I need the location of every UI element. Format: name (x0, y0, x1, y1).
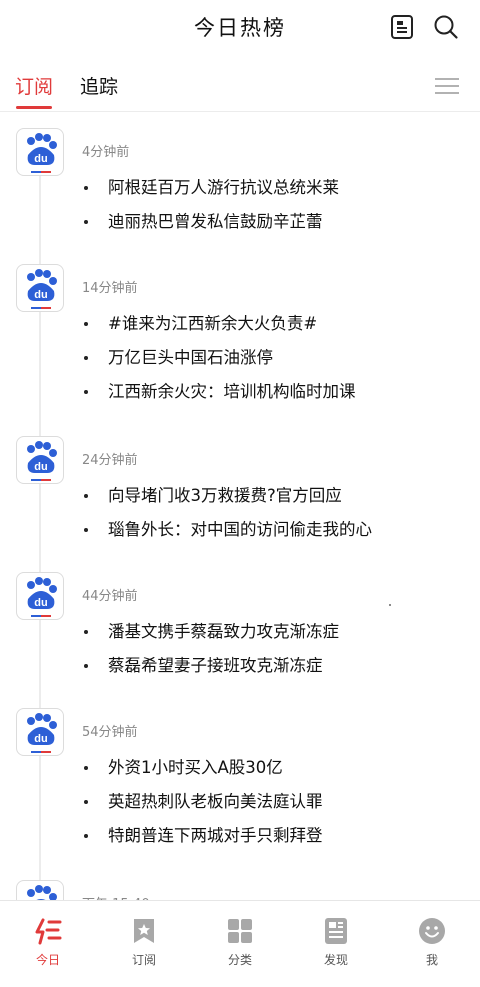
star-bookmark-icon (130, 917, 158, 945)
bullet-dot (84, 356, 88, 360)
group-time: 54分钟前 (82, 725, 138, 740)
reader-icon[interactable] (389, 14, 415, 40)
baidu-logo-icon[interactable]: du (16, 880, 64, 900)
news-title: #谁来为江西新余大火负责# (108, 314, 318, 333)
menu-icon[interactable] (434, 76, 460, 96)
baidu-logo-icon[interactable]: du (16, 264, 64, 312)
nav-today-label: 今日 (35, 953, 60, 967)
app-header: 今日热榜 (0, 0, 480, 56)
news-title: 万亿巨头中国石油涨停 (108, 348, 273, 367)
bullet-dot (84, 630, 88, 634)
nav-category-label: 分类 (227, 953, 252, 967)
svg-text:du: du (34, 153, 47, 165)
profile-face-icon (418, 917, 446, 945)
baidu-logo-icon[interactable]: du (16, 572, 64, 620)
category-grid-icon (226, 917, 254, 945)
nav-today[interactable]: 今日 (0, 901, 96, 987)
group-time: 14分钟前 (82, 281, 138, 296)
nav-subscribe[interactable]: 订阅 (96, 901, 192, 987)
svg-text:du: du (34, 597, 47, 609)
bullet-dot (84, 800, 88, 804)
group-time: 24分钟前 (82, 453, 138, 468)
bullet-dot (84, 390, 88, 394)
news-title: 英超热刺队老板向美法庭认罪 (108, 792, 323, 811)
news-title: 迪丽热巴曾发私信鼓励辛芷蕾 (108, 212, 323, 231)
bullet-dot (84, 528, 88, 532)
bullet-dot (84, 766, 88, 770)
dot-mark (389, 604, 391, 606)
nav-category[interactable]: 分类 (192, 901, 288, 987)
svg-text:du: du (34, 461, 47, 473)
news-title: 瑙鲁外长：对中国的访问偷走我的心 (108, 520, 372, 539)
nav-subscribe-label: 订阅 (131, 953, 156, 967)
bullet-dot (84, 494, 88, 498)
active-tab-indicator (16, 106, 52, 109)
baidu-logo-icon[interactable]: du (16, 708, 64, 756)
baidu-logo-icon[interactable]: du (16, 128, 64, 176)
news-title: 潘基文携手蔡磊致力攻克渐冻症 (108, 622, 339, 641)
tab-subscribe[interactable]: 订阅 (15, 72, 53, 99)
bullet-dot (84, 834, 88, 838)
bullet-dot (84, 322, 88, 326)
nav-me-label: 我 (425, 953, 438, 967)
search-icon[interactable] (433, 14, 459, 40)
nav-discover[interactable]: 发现 (288, 901, 384, 987)
news-title: 外资1小时买入A股30亿 (108, 758, 283, 777)
today-icon (34, 917, 62, 945)
tab-bar: 订阅 追踪 (0, 62, 480, 112)
bottom-nav: 今日 订阅 分类 发现 我 (0, 900, 480, 987)
news-title: 阿根廷百万人游行抗议总统米莱 (108, 178, 339, 197)
group-time: 4分钟前 (82, 145, 130, 160)
discover-list-icon (322, 917, 350, 945)
tab-tracking[interactable]: 追踪 (80, 72, 118, 99)
news-title: 向导堵门收3万救援费?官方回应 (108, 486, 342, 505)
svg-text:du: du (34, 733, 47, 745)
group-time: 44分钟前 (82, 589, 138, 604)
bullet-dot (84, 186, 88, 190)
baidu-logo-icon[interactable]: du (16, 436, 64, 484)
bullet-dot (84, 664, 88, 668)
group-time: 下午 15:40 (82, 893, 150, 900)
bullet-dot (84, 220, 88, 224)
news-title: 江西新余火灾：培训机构临时加课 (108, 382, 356, 401)
nav-discover-label: 发现 (323, 953, 348, 967)
news-title: 特朗普连下两城对手只剩拜登 (108, 826, 323, 845)
svg-text:du: du (34, 289, 47, 301)
feed: du 4分钟前阿根廷百万人游行抗议总统米莱 迪丽热巴曾发私信鼓励辛芷蕾 du 14分钟前… (0, 112, 480, 900)
news-title: 蔡磊希望妻子接班攻克渐冻症 (108, 656, 323, 675)
nav-me[interactable]: 我 (384, 901, 480, 987)
